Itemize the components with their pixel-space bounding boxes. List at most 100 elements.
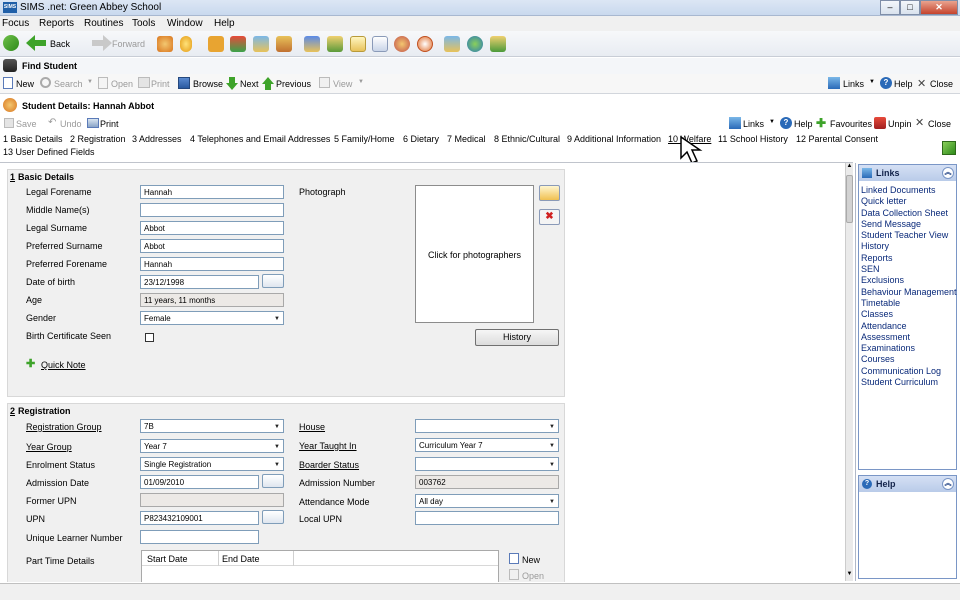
find-browse-button[interactable]: Browse	[193, 79, 223, 89]
local-upn-field[interactable]	[415, 511, 559, 525]
part-time-new-button[interactable]: New	[522, 555, 540, 565]
birth-cert-checkbox[interactable]	[145, 333, 154, 342]
year-taught-in-label[interactable]: Year Taught In	[299, 441, 357, 451]
find-close-button[interactable]: Close	[930, 79, 953, 89]
tab-addresses[interactable]: 3 Addresses	[132, 134, 182, 144]
find-help-button[interactable]: Help	[894, 79, 913, 89]
year-taught-in-select[interactable]: Curriculum Year 7	[415, 438, 559, 452]
find-print-button[interactable]: Print	[151, 79, 170, 89]
start-date-column-header[interactable]: Start Date	[147, 554, 188, 564]
import-icon[interactable]	[490, 36, 506, 52]
find-previous-button[interactable]: Previous	[276, 79, 311, 89]
link-attendance[interactable]: Attendance	[861, 321, 956, 332]
search-dropdown-icon[interactable]: ▼	[87, 79, 93, 85]
tab-medical[interactable]: 7 Medical	[447, 134, 486, 144]
find-search-button[interactable]: Search	[54, 79, 83, 89]
add-photo-icon[interactable]	[539, 185, 560, 201]
admission-date-field[interactable]: 01/09/2010	[140, 475, 259, 489]
scroll-thumb[interactable]	[846, 175, 853, 223]
view-dropdown-icon[interactable]: ▼	[358, 79, 364, 85]
legal-forename-field[interactable]: Hannah	[140, 185, 284, 199]
link-quick-letter[interactable]: Quick letter	[861, 196, 956, 207]
house-select[interactable]	[415, 419, 559, 433]
gender-select[interactable]: Female	[140, 311, 284, 325]
find-new-button[interactable]: New	[16, 79, 34, 89]
favourites-button[interactable]: Favourites	[830, 119, 872, 129]
forward-label[interactable]: Forward	[112, 39, 145, 49]
tab-telephones-email[interactable]: 4 Telephones and Email Addresses	[190, 134, 330, 144]
reg-group-select[interactable]: 7B	[140, 419, 284, 433]
tab-dietary[interactable]: 6 Dietary	[403, 134, 439, 144]
tab-family-home[interactable]: 5 Family/Home	[334, 134, 395, 144]
link-assessment[interactable]: Assessment	[861, 332, 956, 343]
admission-date-calendar-icon[interactable]	[262, 474, 284, 488]
reg-group-label[interactable]: Registration Group	[26, 422, 102, 432]
find-next-button[interactable]: Next	[240, 79, 259, 89]
calendar-icon[interactable]	[327, 36, 343, 52]
link-exclusions[interactable]: Exclusions	[861, 275, 956, 286]
tab-parental-consent[interactable]: 12 Parental Consent	[796, 134, 878, 144]
legal-surname-field[interactable]: Abbot	[140, 221, 284, 235]
details-help-button[interactable]: Help	[794, 119, 813, 129]
globe-icon[interactable]	[467, 36, 483, 52]
tab-school-history[interactable]: 11 School History	[718, 134, 788, 144]
pencil-note-icon[interactable]	[253, 36, 269, 52]
details-print-button[interactable]: Print	[100, 119, 119, 129]
delete-photo-icon[interactable]: ✖	[539, 209, 560, 225]
history-button[interactable]: History	[475, 329, 559, 346]
maximize-button[interactable]: □	[900, 0, 920, 15]
help-panel-header[interactable]: ? Help ︽	[859, 476, 956, 492]
details-close-button[interactable]: Close	[928, 119, 951, 129]
unpin-button[interactable]: Unpin	[888, 119, 912, 129]
menu-help[interactable]: Help	[214, 18, 235, 29]
refresh-icon[interactable]	[3, 35, 19, 51]
preferred-surname-field[interactable]: Abbot	[140, 239, 284, 253]
undo-button[interactable]: Undo	[60, 119, 82, 129]
link-data-collection-sheet[interactable]: Data Collection Sheet	[861, 208, 956, 219]
find-links-button[interactable]: Links	[843, 79, 864, 89]
menu-reports[interactable]: Reports	[39, 18, 74, 29]
lightbulb-icon[interactable]	[180, 36, 192, 52]
details-links-button[interactable]: Links	[743, 119, 764, 129]
tab-ethnic-cultural[interactable]: 8 Ethnic/Cultural	[494, 134, 560, 144]
content-scrollbar[interactable]: ▲ ▼	[845, 163, 853, 581]
chart-icon[interactable]	[304, 36, 320, 52]
link-linked-documents[interactable]: Linked Documents	[861, 185, 956, 196]
preferred-forename-field[interactable]: Hannah	[140, 257, 284, 271]
dob-calendar-icon[interactable]	[262, 274, 284, 288]
link-behaviour-management[interactable]: Behaviour Management	[861, 287, 957, 298]
quick-note-link[interactable]: Quick Note	[41, 360, 86, 370]
close-window-button[interactable]: ✕	[920, 0, 958, 15]
photo-box[interactable]: Click for photographers	[415, 185, 534, 323]
link-courses[interactable]: Courses	[861, 354, 956, 365]
tab-registration[interactable]: 2 Registration	[70, 134, 126, 144]
enrolment-status-select[interactable]: Single Registration	[140, 457, 284, 471]
middle-names-field[interactable]	[140, 203, 284, 217]
house-label[interactable]: House	[299, 422, 325, 432]
scroll-up-icon[interactable]: ▲	[846, 163, 853, 172]
link-communication-log[interactable]: Communication Log	[861, 366, 956, 377]
menu-routines[interactable]: Routines	[84, 18, 123, 29]
menu-tools[interactable]: Tools	[132, 18, 155, 29]
tab-user-defined-fields[interactable]: 13 User Defined Fields	[3, 147, 95, 157]
back-label[interactable]: Back	[50, 39, 70, 49]
collapse-chevron-icon[interactable]: ︽	[942, 478, 954, 490]
scroll-down-icon[interactable]: ▼	[846, 571, 853, 580]
dob-field[interactable]: 23/12/1998	[140, 275, 259, 289]
part-time-grid[interactable]: Start Date End Date	[141, 550, 499, 582]
links-dropdown-icon[interactable]: ▼	[869, 79, 875, 85]
menu-focus[interactable]: Focus	[2, 18, 29, 29]
links-panel-header[interactable]: Links ︽	[859, 165, 956, 181]
link-reports[interactable]: Reports	[861, 253, 956, 264]
stack-icon[interactable]	[276, 36, 292, 52]
year-group-label[interactable]: Year Group	[26, 442, 72, 452]
boarder-status-select[interactable]	[415, 457, 559, 471]
save-button[interactable]: Save	[16, 119, 37, 129]
link-history[interactable]: History	[861, 241, 956, 252]
forward-button[interactable]	[92, 35, 112, 51]
clock-icon[interactable]	[417, 36, 433, 52]
link-timetable[interactable]: Timetable	[861, 298, 956, 309]
tab-additional-information[interactable]: 9 Additional Information	[567, 134, 661, 144]
notes-icon[interactable]	[350, 36, 366, 52]
boarder-status-label[interactable]: Boarder Status	[299, 460, 359, 470]
